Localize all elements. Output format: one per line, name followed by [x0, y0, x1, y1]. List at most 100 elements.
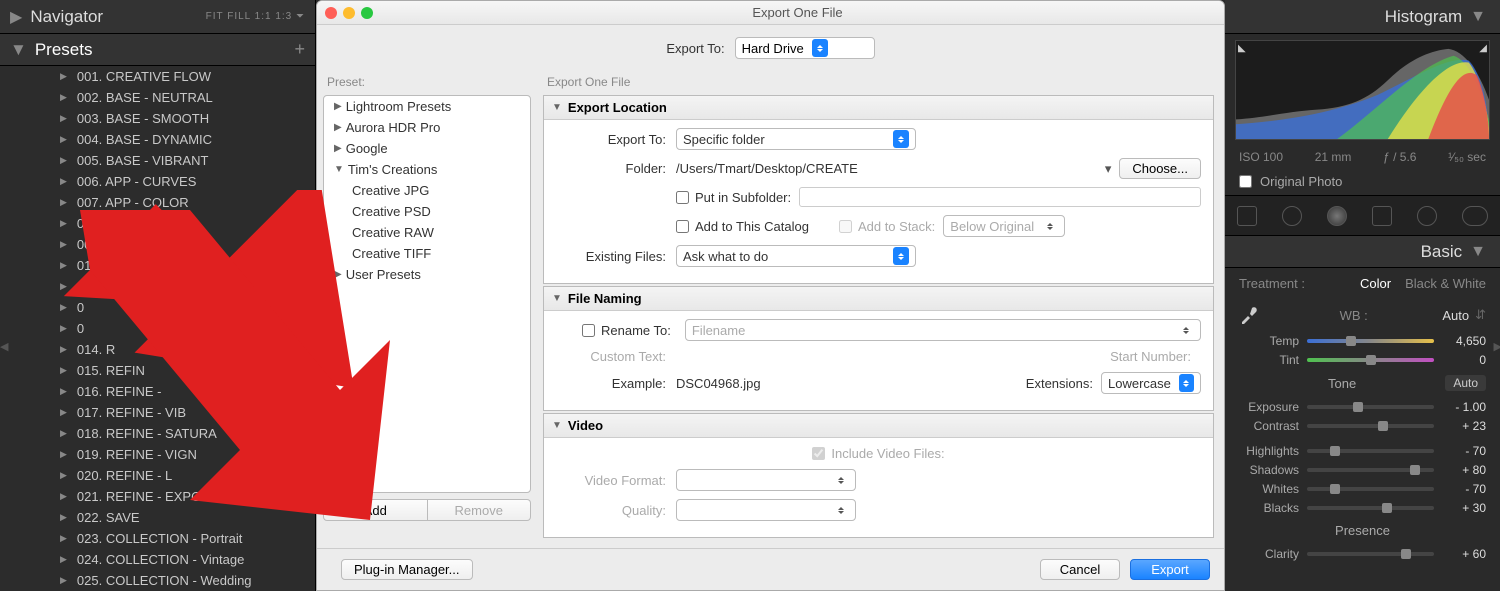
- preset-tree[interactable]: ▶Lightroom Presets▶Aurora HDR Pro▶Google…: [323, 95, 531, 493]
- add-catalog-checkbox[interactable]: [676, 220, 689, 233]
- preset-tree-folder[interactable]: ▶Lightroom Presets: [324, 96, 530, 117]
- slider-track[interactable]: [1307, 424, 1434, 428]
- slider-thumb-icon[interactable]: [1382, 503, 1392, 513]
- preset-folder-item[interactable]: ▶0: [0, 276, 315, 297]
- radial-tool-icon[interactable]: [1417, 206, 1437, 226]
- panel-collapse-left-icon[interactable]: ◀: [0, 340, 8, 353]
- redeye-tool-icon[interactable]: [1327, 206, 1347, 226]
- highlight-clip-icon[interactable]: ◢: [1479, 43, 1487, 54]
- slider-track[interactable]: [1307, 449, 1434, 453]
- preset-folder-item[interactable]: ▶008. APP - TEMP: [0, 213, 315, 234]
- put-subfolder-checkbox[interactable]: [676, 191, 689, 204]
- window-zoom-icon[interactable]: [361, 7, 373, 19]
- preset-folder-item[interactable]: ▶025. COLLECTION - Wedding: [0, 570, 315, 591]
- existing-files-dropdown[interactable]: Ask what to do: [676, 245, 916, 267]
- preset-tree-folder[interactable]: ▼Tim's Creations: [324, 159, 530, 180]
- navigator-ratios[interactable]: FIT FILL 1:1 1:3 ⏷: [206, 11, 305, 22]
- slider-thumb-icon[interactable]: [1353, 402, 1363, 412]
- slider-track[interactable]: [1307, 339, 1434, 343]
- section-header-video[interactable]: ▼Video: [544, 414, 1213, 438]
- preset-folder-item[interactable]: ▶009. A: [0, 234, 315, 255]
- preset-tree-folder[interactable]: ▶Google: [324, 138, 530, 159]
- slider-track[interactable]: [1307, 506, 1434, 510]
- preset-folder-item[interactable]: ▶007. APP - COLOR: [0, 192, 315, 213]
- slider-exposure[interactable]: Exposure- 1.00: [1225, 397, 1500, 416]
- preset-tree-item[interactable]: Creative TIFF: [324, 243, 530, 264]
- folder-history-icon[interactable]: ▾: [1105, 161, 1112, 177]
- preset-folder-item[interactable]: ▶017. REFINE - VIB: [0, 402, 315, 423]
- slider-track[interactable]: [1307, 487, 1434, 491]
- slider-track[interactable]: [1307, 358, 1434, 362]
- treatment-bw[interactable]: Black & White: [1405, 276, 1486, 291]
- export-button[interactable]: Export: [1130, 559, 1210, 580]
- preset-folder-item[interactable]: ▶020. REFINE - L: [0, 465, 315, 486]
- slider-track[interactable]: [1307, 552, 1434, 556]
- preset-folder-item[interactable]: ▶002. BASE - NEUTRAL: [0, 87, 315, 108]
- slider-thumb-icon[interactable]: [1330, 484, 1340, 494]
- basic-header[interactable]: Basic ▼: [1225, 236, 1500, 268]
- original-photo-checkbox[interactable]: [1239, 175, 1252, 188]
- panel-collapse-right-icon[interactable]: ▶: [1494, 340, 1500, 353]
- preset-folder-item[interactable]: ▶015. REFIN: [0, 360, 315, 381]
- preset-tree-folder[interactable]: ▶User Presets: [324, 264, 530, 285]
- preset-add-button[interactable]: Add: [323, 499, 428, 521]
- navigator-header[interactable]: ▶ Navigator FIT FILL 1:1 1:3 ⏷: [0, 0, 315, 34]
- slider-thumb-icon[interactable]: [1330, 446, 1340, 456]
- slider-thumb-icon[interactable]: [1401, 549, 1411, 559]
- rename-to-checkbox[interactable]: [582, 324, 595, 337]
- shadow-clip-icon[interactable]: ◣: [1238, 43, 1246, 54]
- slider-whites[interactable]: Whites- 70: [1225, 479, 1500, 498]
- tone-auto-button[interactable]: Auto: [1445, 375, 1486, 391]
- preset-folder-item[interactable]: ▶006. APP - CURVES: [0, 171, 315, 192]
- preset-folder-item[interactable]: ▶005. BASE - VIBRANT: [0, 150, 315, 171]
- preset-folder-item[interactable]: ▶001. CREATIVE FLOW: [0, 66, 315, 87]
- slider-blacks[interactable]: Blacks+ 30: [1225, 498, 1500, 517]
- treatment-color[interactable]: Color: [1360, 276, 1391, 291]
- slider-contrast[interactable]: Contrast+ 23: [1225, 416, 1500, 435]
- preset-folder-item[interactable]: ▶003. BASE - SMOOTH: [0, 108, 315, 129]
- preset-folder-item[interactable]: ▶004. BASE - DYNAMIC: [0, 129, 315, 150]
- slider-tint[interactable]: Tint0: [1225, 350, 1500, 369]
- preset-folder-item[interactable]: ▶024. COLLECTION - Vintage: [0, 549, 315, 570]
- slider-track[interactable]: [1307, 468, 1434, 472]
- slider-track[interactable]: [1307, 405, 1434, 409]
- slider-thumb-icon[interactable]: [1366, 355, 1376, 365]
- eyedropper-icon[interactable]: [1239, 305, 1259, 325]
- preset-folder-item[interactable]: ▶018. REFINE - SATURA: [0, 423, 315, 444]
- subfolder-input[interactable]: [799, 187, 1201, 207]
- slider-shadows[interactable]: Shadows+ 80: [1225, 460, 1500, 479]
- preset-folder-item[interactable]: ▶022. SAVE: [0, 507, 315, 528]
- slider-thumb-icon[interactable]: [1378, 421, 1388, 431]
- cancel-button[interactable]: Cancel: [1040, 559, 1120, 580]
- preset-tree-item[interactable]: Creative RAW: [324, 222, 530, 243]
- original-photo-row[interactable]: Original Photo: [1225, 168, 1500, 196]
- slider-thumb-icon[interactable]: [1346, 336, 1356, 346]
- extensions-dropdown[interactable]: Lowercase: [1101, 372, 1201, 394]
- loc-export-to-dropdown[interactable]: Specific folder: [676, 128, 916, 150]
- rename-template-dropdown[interactable]: Filename: [685, 319, 1201, 341]
- preset-tree-item[interactable]: Creative JPG: [324, 180, 530, 201]
- histogram-display[interactable]: ◣ ◢: [1235, 40, 1490, 140]
- gradient-tool-icon[interactable]: [1372, 206, 1392, 226]
- add-preset-icon[interactable]: +: [294, 39, 305, 60]
- preset-folder-item[interactable]: ▶0: [0, 297, 315, 318]
- choose-folder-button[interactable]: Choose...: [1119, 158, 1201, 179]
- preset-folder-item[interactable]: ▶01: [0, 255, 315, 276]
- plugin-manager-button[interactable]: Plug-in Manager...: [341, 559, 473, 580]
- window-minimize-icon[interactable]: [343, 7, 355, 19]
- slider-temp[interactable]: Temp4,650: [1225, 331, 1500, 350]
- wb-value[interactable]: Auto: [1442, 308, 1469, 323]
- section-header-naming[interactable]: ▼File Naming: [544, 287, 1213, 311]
- preset-folder-item[interactable]: ▶014. R: [0, 339, 315, 360]
- slider-clarity[interactable]: Clarity+ 60: [1225, 544, 1500, 563]
- preset-folder-item[interactable]: ▶019. REFINE - VIGN: [0, 444, 315, 465]
- preset-folder-item[interactable]: ▶021. REFINE - EXPOSURE: [0, 486, 315, 507]
- slider-highlights[interactable]: Highlights- 70: [1225, 441, 1500, 460]
- histogram-header[interactable]: Histogram ▼: [1225, 0, 1500, 34]
- brush-tool-icon[interactable]: [1462, 206, 1488, 226]
- presets-header[interactable]: ▼ Presets +: [0, 34, 315, 66]
- preset-folder-item[interactable]: ▶0: [0, 318, 315, 339]
- preset-folder-item[interactable]: ▶023. COLLECTION - Portrait: [0, 528, 315, 549]
- slider-thumb-icon[interactable]: [1410, 465, 1420, 475]
- window-close-icon[interactable]: [325, 7, 337, 19]
